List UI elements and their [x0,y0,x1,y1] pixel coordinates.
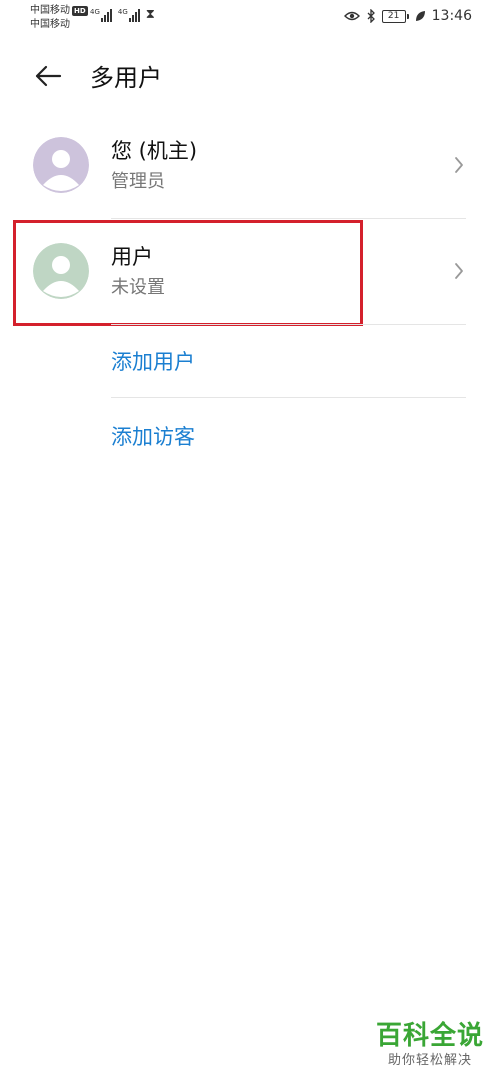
signal-1: 4G [90,8,112,22]
user-role: 管理员 [111,171,165,192]
back-button[interactable] [32,62,64,90]
watermark-title: 百科全说 [375,1021,484,1051]
battery-icon: 21 [381,9,409,23]
avatar [33,243,89,299]
network-type-1: 4G [90,8,100,16]
carrier-1-label: 中国移动 [30,5,70,16]
chevron-right-icon [455,263,463,279]
page-title: 多用户 [90,64,162,92]
bluetooth-icon [367,9,375,23]
add-user-button[interactable]: 添加用户 [111,347,195,377]
battery-level: 21 [381,9,406,23]
user-name: 用户 [111,245,153,269]
signal-bars-icon [100,8,112,22]
network-indicators: 4G 4G ⧗ [90,8,155,22]
hourglass-icon: ⧗ [145,7,155,22]
leaf-icon [415,11,425,21]
eye-comfort-icon [343,11,360,21]
carrier-2-label: 中国移动 [30,19,70,30]
divider [111,397,466,398]
person-avatar-icon [33,243,89,299]
user-row-user[interactable]: 用户 未设置 [0,218,500,324]
signal-2: 4G [118,8,140,22]
user-name: 您 (机主) [111,139,198,163]
user-row-owner[interactable]: 您 (机主) 管理员 [0,112,500,218]
watermark: 百科全说 助你轻松解决 [376,1020,484,1070]
network-type-2: 4G [117,8,128,16]
hd-badge: HD [72,6,88,16]
signal-bars-icon [128,8,140,22]
app-bar: 多用户 [0,52,500,100]
avatar [33,137,89,193]
status-bar: 中国移动 HD 中国移动 4G 4G ⧗ 21 13:46 [0,0,500,36]
person-avatar-icon [33,137,89,193]
arrow-left-icon [35,65,62,87]
add-guest-button[interactable]: 添加访客 [111,422,195,452]
chevron-right-icon [455,157,463,173]
carrier-info: 中国移动 HD 中国移动 [30,4,88,32]
clock: 13:46 [431,8,472,24]
divider [111,324,466,325]
user-role: 未设置 [111,277,165,298]
status-icons: 21 13:46 [343,8,472,24]
watermark-subtitle: 助你轻松解决 [387,1053,472,1068]
